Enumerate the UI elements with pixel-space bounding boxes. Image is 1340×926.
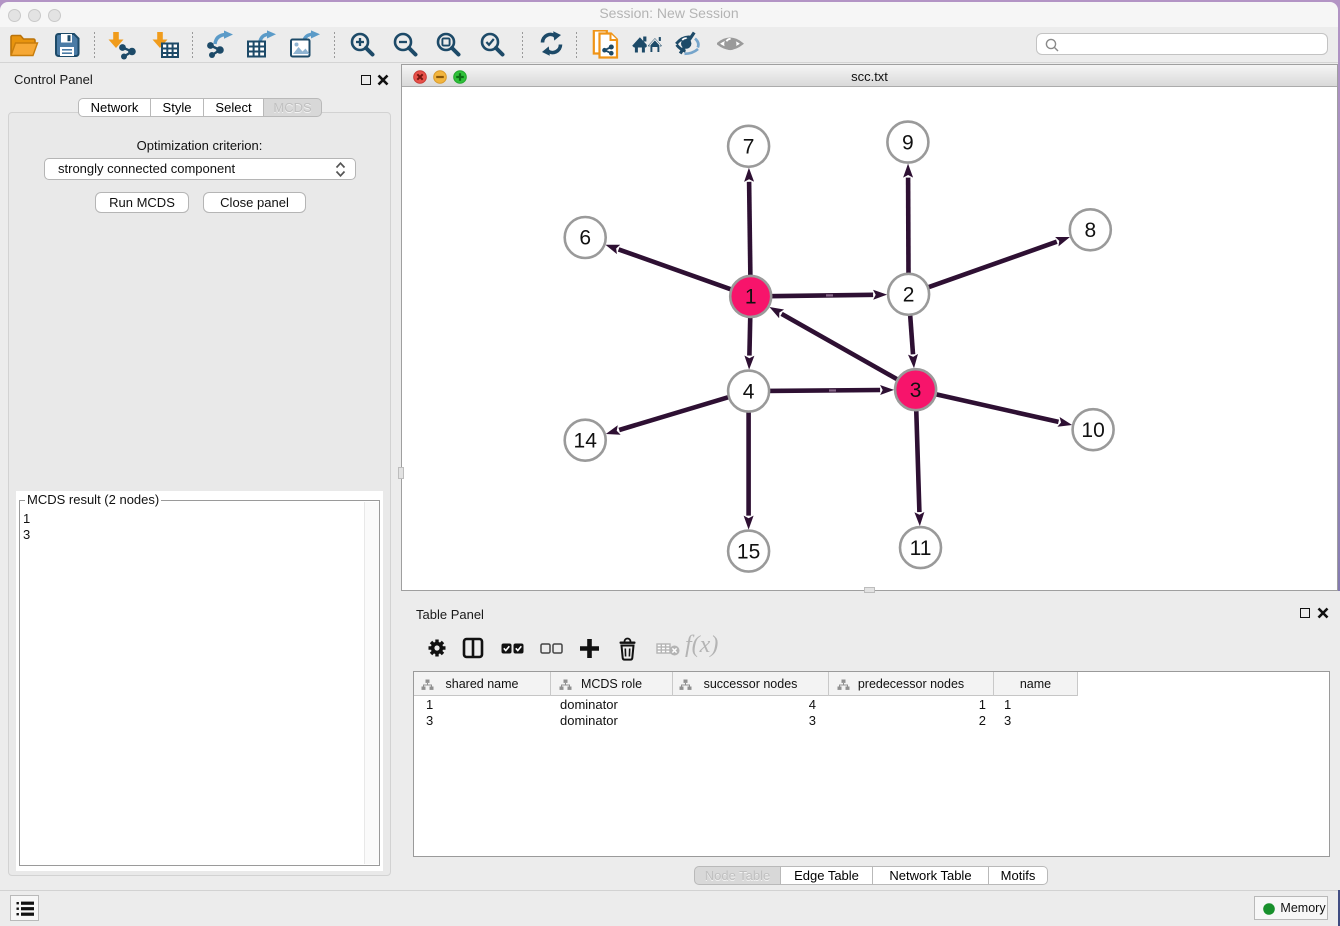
svg-text:3: 3 [910,379,922,402]
svg-text:11: 11 [910,537,932,560]
svg-text:10: 10 [1081,419,1104,442]
svg-text:9: 9 [902,131,914,154]
svg-text:15: 15 [737,540,760,563]
svg-text:4: 4 [743,380,755,403]
svg-text:8: 8 [1084,219,1096,242]
svg-text:6: 6 [579,227,591,250]
svg-text:1: 1 [745,286,757,309]
svg-text:14: 14 [574,429,598,452]
svg-text:2: 2 [903,284,915,307]
svg-text:7: 7 [743,136,755,159]
